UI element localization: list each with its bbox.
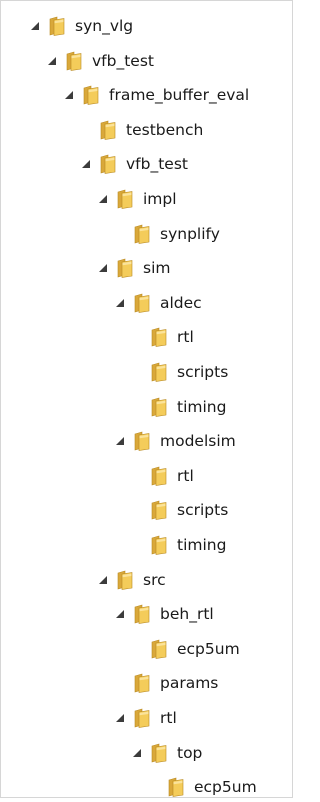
tree-item-scripts[interactable]: scripts — [130, 357, 228, 387]
expand-arrow-icon[interactable] — [96, 573, 110, 587]
expand-arrow-icon[interactable] — [96, 192, 110, 206]
tree-item-label: rtl — [177, 328, 194, 347]
expand-arrow-icon[interactable] — [113, 711, 127, 725]
tree-item-label: rtl — [160, 709, 177, 727]
tree-item-synplify[interactable]: synplify — [113, 219, 220, 249]
tree-item-label: frame_buffer_eval — [109, 86, 250, 105]
tree-item-label: aldec — [160, 293, 202, 312]
folder-icon — [133, 708, 151, 728]
expand-arrow-icon[interactable] — [28, 19, 42, 33]
tree-item-sim[interactable]: sim — [96, 253, 170, 283]
folder-icon — [167, 777, 185, 798]
folder-tree: syn_vlg vfb_test frame_buffer_eval testbenc… — [0, 0, 293, 798]
tree-item-impl[interactable]: impl — [96, 184, 177, 214]
tree-item-modelsim[interactable]: modelsim — [113, 426, 236, 456]
folder-icon — [133, 293, 151, 313]
tree-item-syn-vlg[interactable]: syn_vlg — [28, 11, 133, 41]
tree-item-scripts[interactable]: scripts — [130, 495, 228, 525]
tree-item-vfb-test[interactable]: vfb_test — [45, 46, 154, 76]
tree-item-label: syn_vlg — [75, 17, 134, 35]
folder-icon — [150, 362, 168, 382]
folder-icon — [150, 327, 168, 348]
expand-arrow-icon[interactable] — [113, 607, 127, 621]
folder-icon — [65, 51, 83, 71]
expand-arrow-icon[interactable] — [79, 157, 93, 171]
tree-item-label: params — [160, 674, 219, 693]
tree-item-label: top — [177, 743, 203, 762]
folder-icon — [99, 154, 117, 175]
tree-item-label: vfb_test — [92, 51, 154, 70]
tree-item-label: synplify — [160, 224, 220, 243]
tree-item-label: timing — [177, 536, 227, 554]
folder-icon — [150, 397, 168, 417]
tree-item-beh-rtl[interactable]: beh_rtl — [113, 599, 214, 629]
tree-item-label: scripts — [177, 501, 229, 520]
folder-icon — [150, 743, 168, 763]
expand-arrow-icon[interactable] — [113, 296, 127, 310]
tree-item-rtl[interactable]: rtl — [130, 322, 194, 352]
tree-item-src[interactable]: src — [96, 565, 166, 595]
tree-item-label: vfb_test — [126, 155, 188, 174]
folder-icon — [150, 500, 168, 521]
folder-icon — [150, 639, 168, 659]
tree-item-label: impl — [143, 190, 177, 208]
expand-arrow-icon[interactable] — [96, 261, 110, 275]
folder-icon — [150, 466, 168, 486]
tree-item-label: ecp5um — [177, 639, 240, 658]
tree-item-timing[interactable]: timing — [130, 530, 226, 560]
tree-item-timing[interactable]: timing — [130, 392, 226, 422]
folder-icon — [48, 16, 66, 36]
tree-item-rtl[interactable]: rtl — [130, 461, 194, 491]
expand-arrow-icon[interactable] — [45, 54, 59, 68]
tree-item-aldec[interactable]: aldec — [113, 288, 202, 318]
folder-icon — [116, 189, 134, 209]
tree-item-label: sim — [143, 259, 171, 278]
folder-icon — [133, 431, 151, 452]
tree-item-params[interactable]: params — [113, 668, 218, 698]
tree-item-label: src — [143, 570, 166, 589]
folder-icon — [133, 673, 151, 694]
folder-icon — [99, 120, 117, 140]
tree-item-label: scripts — [177, 363, 229, 381]
tree-item-label: modelsim — [160, 432, 236, 451]
expand-arrow-icon[interactable] — [130, 746, 144, 760]
tree-item-frame-buffer-eval[interactable]: frame_buffer_eval — [62, 80, 249, 110]
tree-item-testbench[interactable]: testbench — [79, 115, 203, 145]
tree-item-ecp5um[interactable]: ecp5um — [130, 634, 240, 664]
folder-icon — [150, 535, 168, 555]
tree-item-vfb-test[interactable]: vfb_test — [79, 149, 188, 179]
folder-icon — [82, 85, 100, 106]
folder-icon — [116, 570, 134, 590]
folder-icon — [133, 224, 151, 244]
folder-icon — [116, 258, 134, 279]
tree-item-label: testbench — [126, 120, 204, 139]
tree-item-top[interactable]: top — [130, 738, 202, 768]
tree-item-label: beh_rtl — [160, 605, 214, 624]
expand-arrow-icon[interactable] — [62, 88, 76, 102]
tree-item-rtl[interactable]: rtl — [113, 703, 177, 733]
tree-item-label: rtl — [177, 466, 194, 485]
folder-icon — [133, 604, 151, 625]
tree-item-label: timing — [177, 397, 227, 416]
expand-arrow-icon[interactable] — [113, 434, 127, 448]
